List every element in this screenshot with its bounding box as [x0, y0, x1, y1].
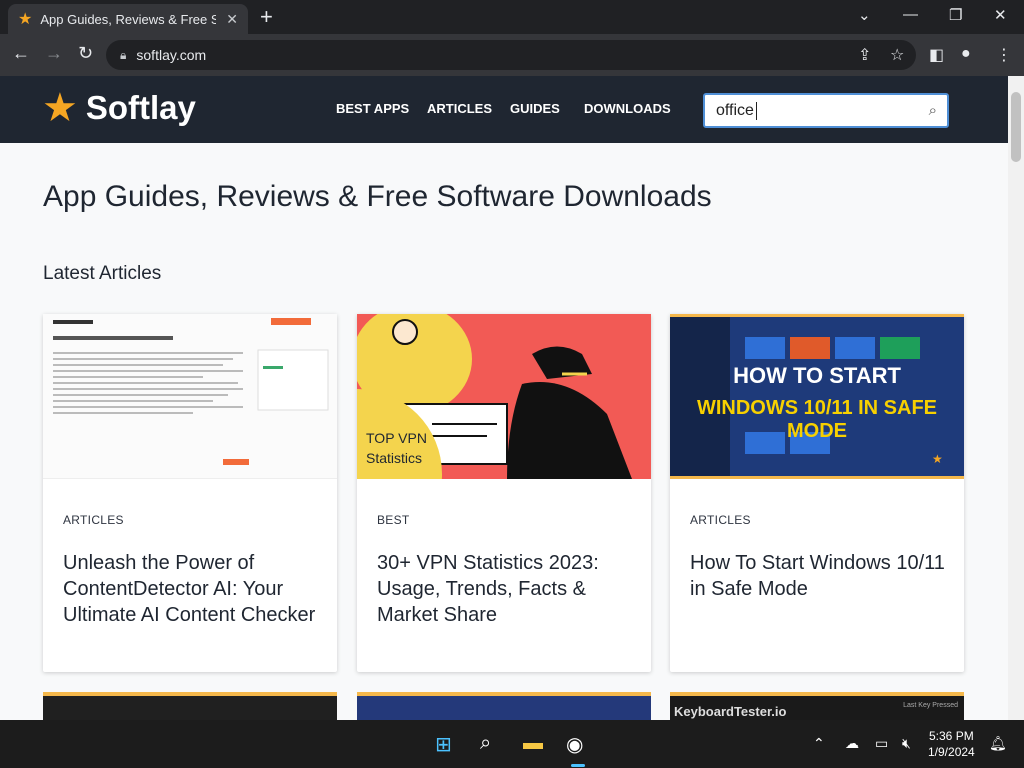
close-tab-icon[interactable]: ✕: [226, 11, 238, 28]
web-page: ★ Softlay BEST APPS ARTICLES GUIDES DOWN…: [0, 76, 1008, 720]
tray-chevron-icon[interactable]: ⌃: [813, 735, 825, 752]
page-title: App Guides, Reviews & Free Software Down…: [43, 180, 712, 213]
tab-title: App Guides, Reviews & Free Soft: [40, 11, 217, 27]
windows-start-icon[interactable]: ⊞: [435, 732, 452, 757]
file-explorer-icon[interactable]: ▬: [523, 732, 543, 755]
search-value: office: [716, 101, 754, 119]
system-clock[interactable]: 5:36 PM 1/9/2024: [928, 728, 975, 760]
article-thumbnail[interactable]: ★ HOW TO START WINDOWS 10/11 IN SAFE MOD…: [670, 314, 964, 479]
address-bar[interactable]: 🔒︎ softlay.com: [106, 40, 916, 70]
nav-downloads[interactable]: DOWNLOADS: [584, 101, 671, 116]
keyboardtester-text: KeyboardTester.io: [674, 704, 787, 719]
card-category[interactable]: ARTICLES: [690, 513, 751, 527]
article-card-partial[interactable]: [357, 692, 651, 720]
nav-guides[interactable]: GUIDES: [510, 101, 560, 116]
scrollbar-thumb[interactable]: [1011, 92, 1021, 162]
share-icon[interactable]: ⇪: [858, 45, 871, 65]
side-panel-icon[interactable]: ◧: [929, 45, 944, 65]
article-thumbnail[interactable]: [43, 314, 337, 479]
back-icon[interactable]: ←: [12, 43, 30, 64]
article-card-partial[interactable]: [43, 692, 337, 720]
article-thumbnail[interactable]: TOP VPN Statistics: [357, 314, 651, 479]
close-window-icon[interactable]: ✕: [994, 6, 1007, 24]
profile-icon[interactable]: ●: [961, 45, 971, 63]
card-title[interactable]: Unleash the Power of ContentDetector AI:…: [63, 550, 323, 628]
active-app-indicator: [571, 764, 585, 767]
search-input[interactable]: office ⌕: [703, 93, 949, 128]
new-tab-button[interactable]: +: [260, 6, 273, 28]
notification-bell-icon[interactable]: 🔔︎: [989, 735, 1007, 752]
restore-icon[interactable]: ❐: [949, 6, 962, 24]
logo-text: Softlay: [85, 89, 196, 126]
card-title[interactable]: How To Start Windows 10/11 in Safe Mode: [690, 550, 950, 602]
section-title: Latest Articles: [43, 263, 162, 284]
contentdetector-screenshot-image: [53, 318, 329, 465]
browser-tabbar: ★ App Guides, Reviews & Free Soft ✕ + ⌄ …: [0, 0, 1024, 34]
volume-muted-icon[interactable]: 🔇︎: [902, 735, 911, 752]
star-icon: ★: [18, 11, 33, 28]
search-taskbar-icon[interactable]: ⌕: [480, 732, 491, 755]
thumb-headline-1: HOW TO START: [733, 363, 901, 388]
windows-taskbar: ⊞ ⌕ ▬ ◉ ⌃ ☁ ▭ 🔇︎ 5:36 PM 1/9/2024 🔔︎: [0, 720, 1024, 768]
display-icon[interactable]: ▭: [875, 735, 888, 752]
article-card[interactable]: TOP VPN Statistics BEST 30+ VPN Statisti…: [357, 314, 651, 672]
site-logo[interactable]: ★ Softlay: [42, 88, 196, 128]
clock-date: 1/9/2024: [928, 745, 975, 759]
site-header: ★ Softlay BEST APPS ARTICLES GUIDES DOWN…: [0, 76, 1008, 143]
chrome-icon[interactable]: ◉: [566, 732, 583, 757]
vertical-scrollbar[interactable]: [1008, 76, 1024, 720]
svg-text:★: ★: [932, 452, 943, 466]
article-card[interactable]: ARTICLES Unleash the Power of ContentDet…: [43, 314, 337, 672]
network-icon[interactable]: ☁: [845, 735, 859, 752]
menu-kebab-icon[interactable]: ⋮: [996, 45, 1012, 65]
nav-articles[interactable]: ARTICLES: [427, 101, 492, 116]
thumb-headline-2: WINDOWS 10/11 IN SAFE MODE: [696, 397, 938, 442]
logo-star-icon: ★: [42, 86, 78, 130]
nav-best-apps[interactable]: BEST APPS: [336, 101, 409, 116]
text-caret: [755, 101, 757, 120]
url-text: softlay.com: [136, 47, 207, 63]
article-card[interactable]: ★ HOW TO START WINDOWS 10/11 IN SAFE MOD…: [670, 314, 964, 672]
forward-icon[interactable]: →: [45, 43, 63, 64]
last-key-text: Last Key Pressed: [903, 702, 958, 709]
card-category[interactable]: ARTICLES: [63, 513, 124, 527]
thumb-text: TOP VPN Statistics: [366, 430, 427, 466]
clock-time: 5:36 PM: [929, 729, 974, 743]
tab-search-icon[interactable]: ⌄: [858, 6, 871, 24]
browser-tab[interactable]: ★ App Guides, Reviews & Free Soft ✕: [8, 4, 248, 34]
reload-icon[interactable]: ↻: [78, 43, 93, 64]
card-category[interactable]: BEST: [377, 513, 410, 527]
lock-icon: 🔒︎: [120, 47, 127, 62]
minimize-icon[interactable]: —: [903, 6, 918, 23]
browser-toolbar: ← → ↻ 🔒︎ softlay.com ⇪ ☆ ◧ ● ⋮: [0, 34, 1024, 76]
search-icon[interactable]: ⌕: [929, 102, 937, 119]
bookmark-star-icon[interactable]: ☆: [890, 45, 904, 65]
article-card-partial[interactable]: KeyboardTester.io Last Key Pressed: [670, 692, 964, 720]
card-title[interactable]: 30+ VPN Statistics 2023: Usage, Trends, …: [377, 550, 637, 628]
